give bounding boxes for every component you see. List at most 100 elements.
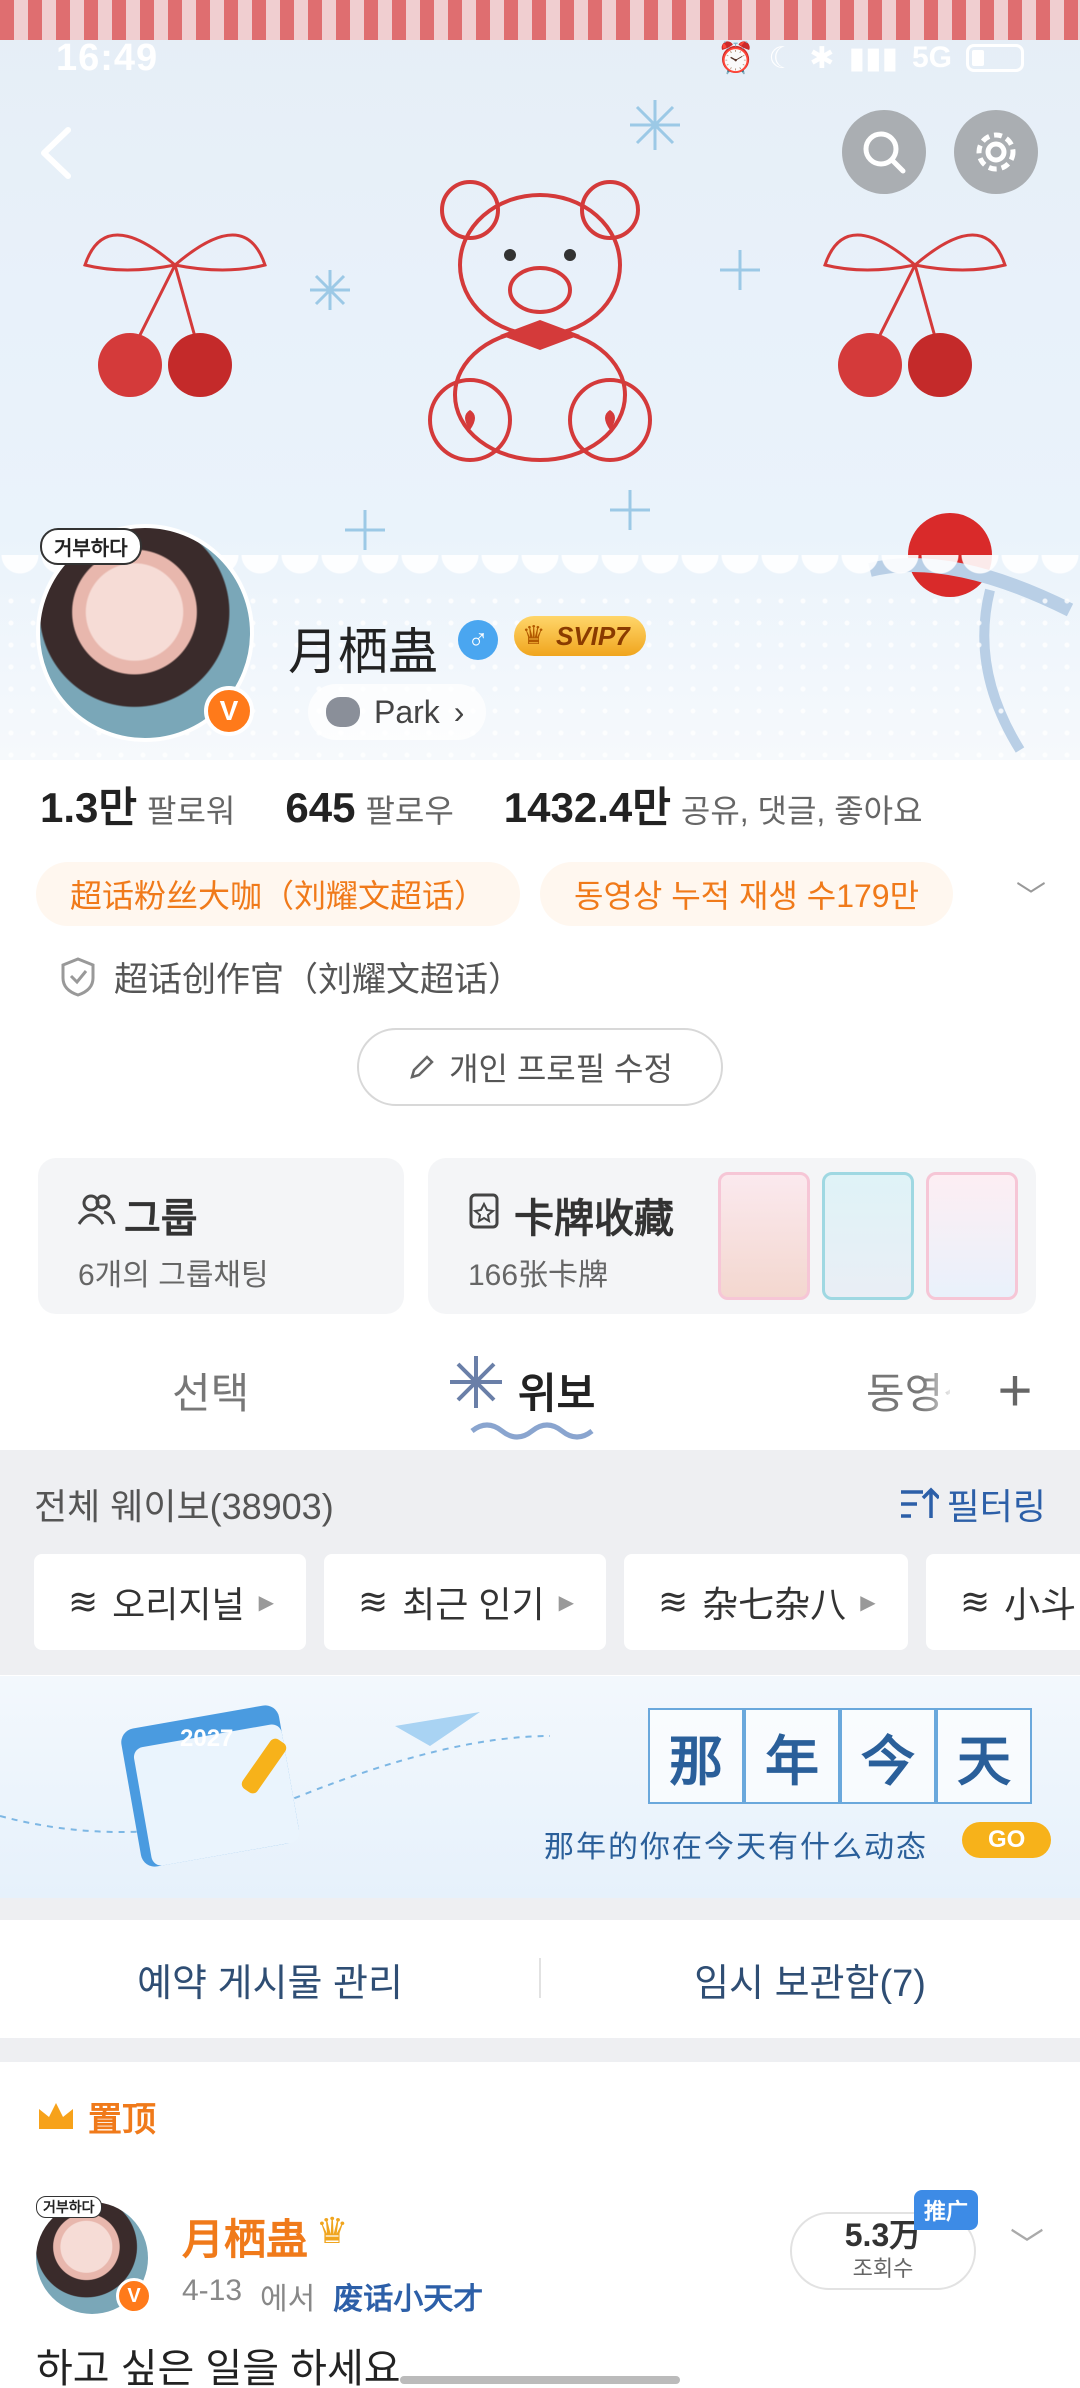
layers-icon: ≋ — [658, 1581, 689, 1622]
memory-title-char: 年 — [744, 1708, 840, 1804]
chevron-down-icon[interactable]: ﹀ — [1016, 872, 1046, 916]
status-time: 16:49 — [56, 36, 159, 79]
following-count[interactable]: 645 — [285, 784, 355, 832]
chip-original[interactable]: ≋ 오리지널 ▶ — [34, 1554, 306, 1650]
card-collection-title: 卡牌收藏 — [514, 1197, 674, 1241]
collected-card-thumbnail — [822, 1172, 914, 1300]
post-source[interactable]: 废话小天才 — [333, 2274, 483, 2318]
vip-crown-icon: ♛ — [316, 2210, 349, 2251]
post-text: 하고 싶은 일을 하세요 — [36, 2347, 401, 2388]
tab-weibo[interactable]: 위보 — [518, 1360, 595, 1421]
following-label[interactable]: 팔로우 — [365, 786, 453, 832]
svip-label: SVIP7 — [556, 620, 630, 651]
followers-label[interactable]: 팔로워 — [147, 786, 235, 832]
post-author-name[interactable]: 月栖蛊 — [182, 2206, 308, 2267]
pencil-icon — [410, 1055, 434, 1079]
layers-icon: ≋ — [960, 1581, 991, 1622]
status-bar: 16:49 ⏰ ☾ ✱ ▮▮▮ 5G — [0, 0, 1080, 116]
edit-profile-label: 개인 프로필 수정 — [449, 1051, 673, 1087]
interactions-label[interactable]: 공유, 댓글, 좋아요 — [681, 786, 923, 832]
post-management-row: 예약 게시물 관리 임시 보관함(7) — [0, 1920, 1080, 2038]
chip-label: 小斗 — [1004, 1584, 1077, 1625]
promote-badge[interactable]: 推广 — [914, 2190, 979, 2230]
profile-stats: 1.3만 팔로워 645 팔로우 1432.4만 공유, 댓글, 좋아요 — [40, 774, 1060, 835]
super-topic-fan-tag[interactable]: 超话粉丝大咖（刘耀文超话） — [36, 862, 521, 926]
drafts-button[interactable]: 임시 보관함(7) — [540, 1920, 1080, 2038]
view-count: 5.3万 — [844, 2217, 922, 2253]
post-date: 4-13 — [182, 2274, 243, 2307]
weibo-filter-area: 전체 웨이보(38903) 필터링 ≋ 오리지널 ▶ ≋ 최근 인기 ▶ ≋ 杂… — [0, 1450, 1080, 1675]
memory-banner[interactable]: 2027 那 年 今 天 那年的你在今天有什么动态 GO — [0, 1676, 1080, 1898]
profile-avatar[interactable]: 거부하다 V — [36, 524, 254, 742]
gender-male-icon: ♂ — [458, 620, 498, 660]
crown-icon: ♛ — [522, 620, 546, 650]
go-button[interactable]: GO — [962, 1822, 1052, 1858]
back-button[interactable] — [28, 118, 88, 188]
chip-misc[interactable]: ≋ 杂七杂八 ▶ — [624, 1554, 908, 1650]
home-indicator[interactable] — [400, 2376, 680, 2384]
post-from-word: 에서 — [260, 2283, 316, 2316]
chip-recent-hot[interactable]: ≋ 최근 인기 ▶ — [324, 1554, 606, 1650]
verified-badge: V — [204, 686, 254, 736]
chip-partial[interactable]: ≋ 小斗 — [926, 1554, 1080, 1650]
chat-bubble-icon — [326, 697, 360, 727]
layers-icon: ≋ — [358, 1581, 389, 1622]
section-divider — [0, 1898, 1080, 1920]
video-plays-tag[interactable]: 동영상 누적 재생 수179만 — [540, 862, 954, 926]
caret-right-icon: ▶ — [860, 1591, 876, 1614]
active-tab-indicator — [470, 1422, 594, 1440]
tab-featured[interactable]: 선택 — [172, 1360, 249, 1421]
back-arrow-icon — [41, 127, 71, 179]
park-chip[interactable]: Park › — [308, 684, 487, 740]
snowflake-icon — [450, 1356, 502, 1408]
calendar-plane-illustration: 2027 — [0, 1705, 551, 1867]
caret-right-icon: ▶ — [258, 1591, 275, 1614]
layers-icon: ≋ — [68, 1581, 99, 1622]
scheduled-posts-button[interactable]: 예약 게시물 관리 — [0, 1920, 540, 2038]
shield-icon — [61, 956, 95, 997]
memory-title: 那 年 今 天 — [648, 1708, 1032, 1804]
post-meta: 4-13 에서 废话小天才 — [182, 2274, 483, 2318]
snowflake-decorations — [310, 100, 760, 550]
settings-button[interactable] — [954, 110, 1038, 194]
group-card[interactable]: 그룹 6개의 그룹채팅 — [38, 1158, 404, 1314]
network-label: 5G — [911, 41, 952, 74]
edit-profile-button[interactable]: 개인 프로필 수정 — [357, 1028, 723, 1106]
verified-badge: V — [116, 2278, 152, 2314]
svip-badge[interactable]: ♛ SVIP7 — [514, 616, 646, 656]
collected-card-thumbnail — [718, 1172, 810, 1300]
group-icon — [77, 1194, 116, 1225]
filter-icon — [900, 1487, 939, 1518]
interactions-count[interactable]: 1432.4만 — [504, 774, 671, 835]
chip-label: 杂七杂八 — [702, 1584, 847, 1625]
all-weibo-count: 전체 웨이보(38903) — [34, 1486, 334, 1527]
drafts-label: 임시 보관함(7) — [694, 1962, 926, 2005]
group-subtitle: 6개의 그룹채팅 — [78, 1259, 269, 1292]
search-icon — [863, 131, 906, 174]
card-collection-subtitle: 166张卡牌 — [468, 1259, 609, 1292]
chip-label: 오리지널 — [112, 1584, 245, 1625]
scheduled-posts-label: 예약 게시물 관리 — [137, 1962, 403, 2005]
crown-icon — [39, 2102, 73, 2129]
view-count-label: 조회수 — [852, 2256, 914, 2281]
profile-tabs: 선택 위보 동영상 + — [0, 1330, 1080, 1450]
post-author-avatar[interactable]: 거부하다 V — [36, 2196, 152, 2314]
filter-button[interactable]: 필터링 — [899, 1478, 1046, 1530]
search-button[interactable] — [842, 110, 926, 194]
card-collection-card[interactable]: 卡牌收藏 166张卡牌 — [428, 1158, 1036, 1314]
section-divider — [0, 2038, 1080, 2062]
chevron-down-icon[interactable]: ﹀ — [1010, 2218, 1044, 2267]
filter-label: 필터링 — [946, 1486, 1046, 1527]
memory-title-char: 天 — [936, 1708, 1032, 1804]
calendar-year: 2027 — [180, 1725, 233, 1752]
collected-card-thumbnail — [926, 1172, 1018, 1300]
add-tab-button[interactable]: + — [950, 1330, 1080, 1450]
creator-badge-row[interactable]: 超话创作官（刘耀文超话） — [60, 952, 522, 1001]
group-title: 그룹 — [124, 1197, 198, 1241]
card-collection-icon — [469, 1193, 499, 1229]
pinned-label: 置顶 — [88, 2101, 156, 2139]
avatar-tag: 거부하다 — [40, 528, 142, 565]
memory-title-char: 今 — [840, 1708, 936, 1804]
followers-count[interactable]: 1.3만 — [40, 774, 137, 835]
moon-icon: ☾ — [768, 41, 796, 75]
